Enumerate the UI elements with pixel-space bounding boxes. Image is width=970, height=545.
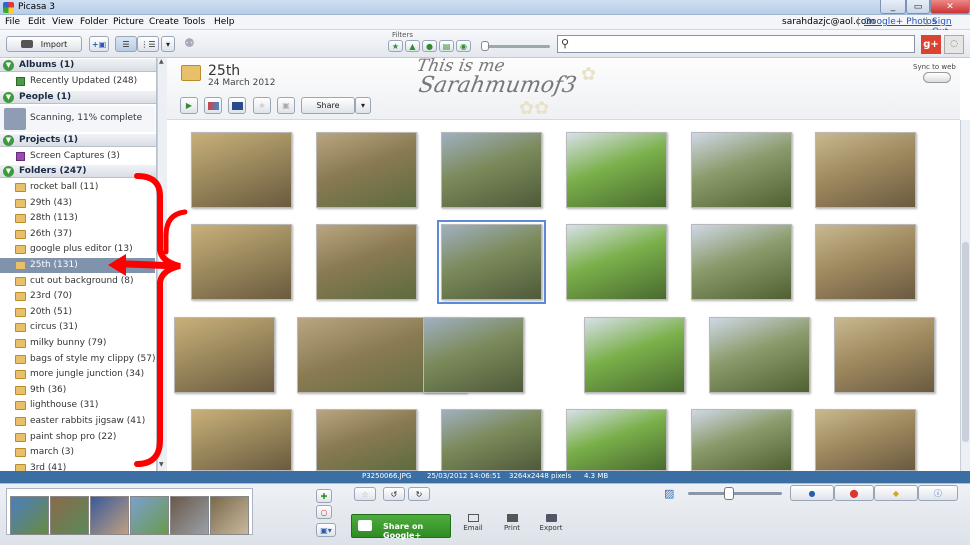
red-brace-annotation <box>108 173 188 467</box>
red-arrow-shaft <box>125 260 179 270</box>
red-arrow-head <box>108 254 126 276</box>
red-brace-hook <box>163 209 188 255</box>
